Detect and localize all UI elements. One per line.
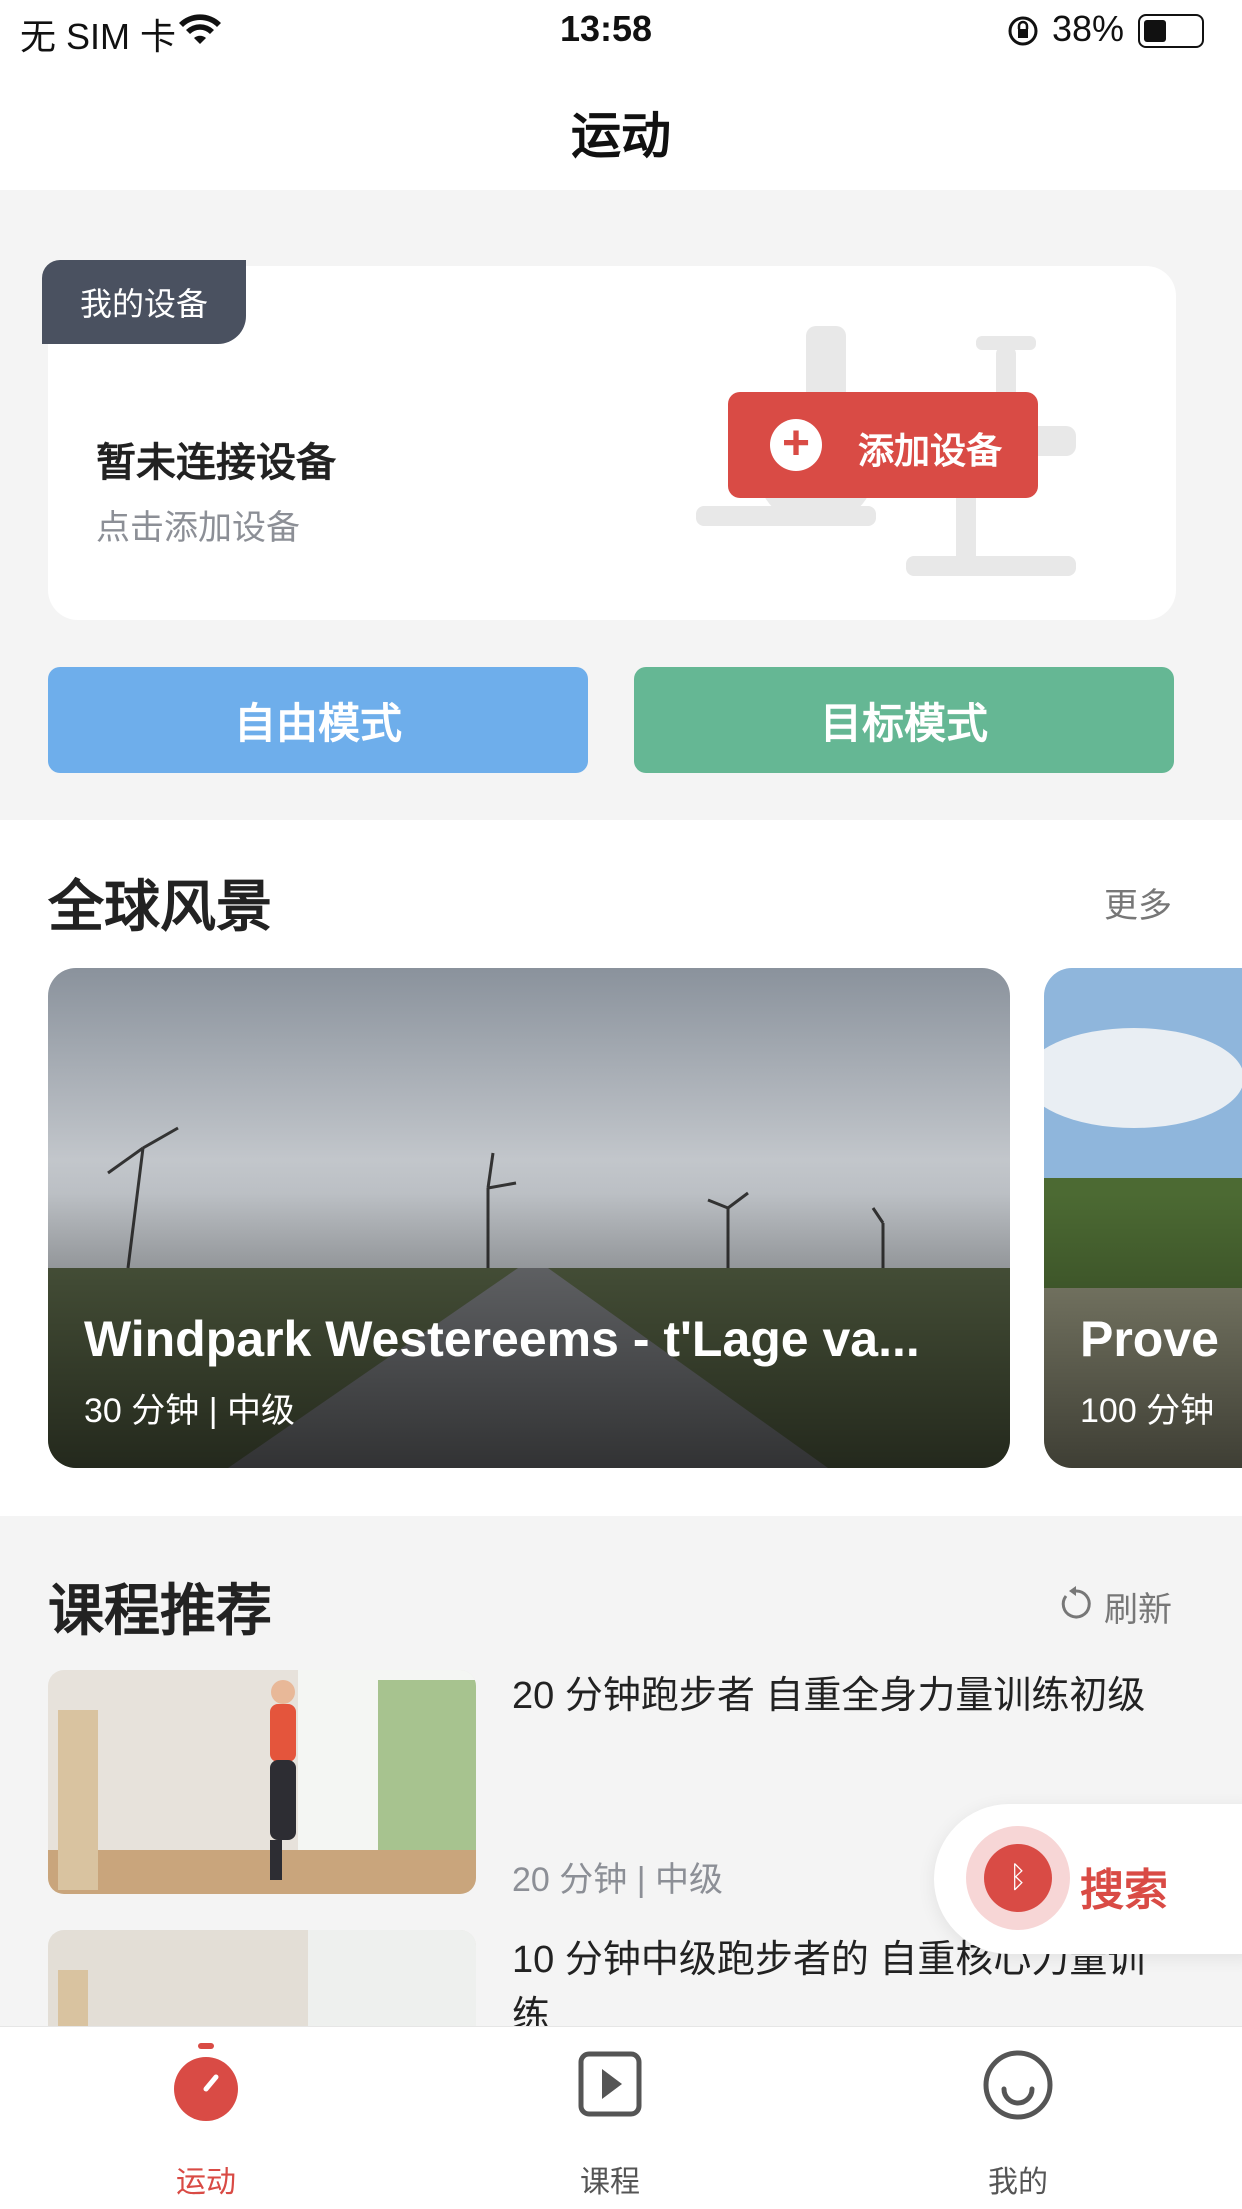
tab-mine[interactable]: 我的	[918, 2027, 1118, 2209]
tab-label: 课程	[580, 2166, 640, 2199]
device-status-subtitle: 点击添加设备	[96, 509, 300, 547]
tab-exercise[interactable]: 运动	[106, 2027, 306, 2209]
bluetooth-icon: ᛒ	[984, 1844, 1052, 1912]
tab-label: 运动	[176, 2166, 236, 2199]
my-device-tag: 我的设备	[42, 260, 246, 344]
tab-courses[interactable]: 课程	[510, 2027, 710, 2209]
refresh-icon	[1061, 1586, 1091, 1619]
play-icon	[578, 2051, 642, 2117]
refresh-label: 刷新	[1104, 1591, 1172, 1629]
carrier-label: 无 SIM 卡	[20, 16, 177, 57]
scenery-card[interactable]: Prove 100 分钟	[1044, 968, 1242, 1468]
scenery-title: 全球风景	[48, 875, 272, 938]
plus-icon: +	[770, 419, 822, 471]
course-thumbnail[interactable]	[48, 1930, 476, 2026]
scenery-card-meta: 30 分钟 | 中级	[84, 1392, 295, 1430]
search-button[interactable]: ᛒ 搜索	[934, 1804, 1242, 1954]
course-thumbnail[interactable]	[48, 1670, 476, 1894]
device-status-title: 暂未连接设备	[96, 441, 336, 485]
scenery-card-meta: 100 分钟	[1080, 1392, 1215, 1430]
nav-bar: 运动	[0, 62, 1242, 190]
scenery-card[interactable]: Windpark Westereems - t'Lage va... 30 分钟…	[48, 968, 1010, 1468]
scenery-card-title: Windpark Westereems - t'Lage va...	[84, 1311, 920, 1367]
battery-percent: 38%	[1052, 8, 1125, 49]
course-image	[48, 1670, 476, 1894]
add-device-label: 添加设备	[858, 430, 1003, 471]
battery-icon	[1138, 14, 1204, 48]
scenery-card-title: Prove	[1080, 1311, 1219, 1367]
stopwatch-icon	[174, 2043, 238, 2121]
course-title[interactable]: 20 分钟跑步者 自重全身力量训练初级	[512, 1668, 1172, 1724]
courses-title: 课程推荐	[48, 1579, 272, 1642]
free-mode-button[interactable]: 自由模式	[48, 667, 588, 773]
clock: 13:58	[560, 8, 653, 49]
orientation-lock-icon	[1008, 16, 1038, 46]
tab-bar: 运动 课程 我的	[0, 2026, 1242, 2209]
course-image	[48, 1930, 476, 2026]
tab-label: 我的	[988, 2166, 1048, 2199]
add-device-button[interactable]: + 添加设备	[728, 392, 1038, 498]
more-link[interactable]: 更多	[1104, 878, 1172, 927]
course-meta: 20 分钟 | 中级	[512, 1861, 723, 1899]
page-title: 运动	[571, 108, 671, 164]
status-bar: 无 SIM 卡 13:58 38%	[0, 0, 1242, 62]
search-label: 搜索	[1080, 1866, 1168, 1915]
smile-icon	[983, 2050, 1053, 2120]
wifi-icon	[179, 14, 221, 44]
target-mode-button[interactable]: 目标模式	[634, 667, 1174, 773]
